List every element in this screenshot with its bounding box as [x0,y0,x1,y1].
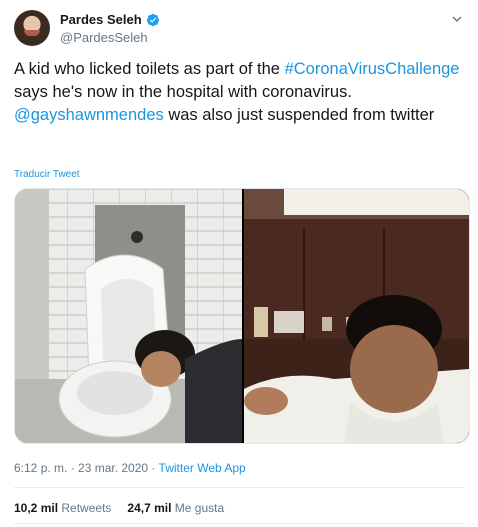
author-avatar[interactable] [14,10,50,46]
translate-tweet-link[interactable]: Traducir Tweet [14,169,80,180]
author-name-row[interactable]: Pardes Seleh [60,12,160,27]
toilet-photo-image [15,189,242,443]
likes-count: 24,7 mil [127,501,172,515]
author-name[interactable]: Pardes Seleh [60,12,142,27]
tweet-card: Pardes Seleh @PardesSeleh A kid who lick… [0,0,478,527]
mention-link[interactable]: @gayshawnmendes [14,106,164,124]
hospital-photo-image [244,189,469,443]
retweets-count: 10,2 mil [14,501,59,515]
divider [14,487,464,488]
tweet-meta: 6:12 p. m. · 23 mar. 2020 · Twitter Web … [14,461,246,475]
author-handle[interactable]: @PardesSeleh [60,30,148,45]
retweets-stat[interactable]: 10,2 mil Retweets [14,501,111,515]
hashtag-link[interactable]: #CoronaVirusChallenge [285,60,460,78]
media-photo-left[interactable] [15,189,242,443]
tweet-text-part: was also just suspended from twitter [163,106,435,124]
media-photo-right[interactable] [244,189,469,443]
retweets-label: Retweets [61,501,112,515]
meta-separator: · [148,461,159,475]
tweet-media[interactable] [14,188,470,444]
verified-badge-icon [146,13,159,26]
tweet-text: A kid who licked toilets as part of the … [14,58,464,127]
source-app-link[interactable]: Twitter Web App [159,461,246,475]
likes-label: Me gusta [174,501,225,515]
tweet-text-part: A kid who licked toilets as part of the [14,60,280,78]
tweet-text-part: says he's now in the hospital with coron… [14,83,352,101]
likes-stat[interactable]: 24,7 mil Me gusta [127,501,224,515]
tweet-stats: 10,2 mil Retweets 24,7 mil Me gusta [14,501,224,515]
divider [14,523,464,524]
timestamp-link[interactable]: 6:12 p. m. · 23 mar. 2020 [14,461,148,475]
chevron-down-icon[interactable] [452,14,462,24]
